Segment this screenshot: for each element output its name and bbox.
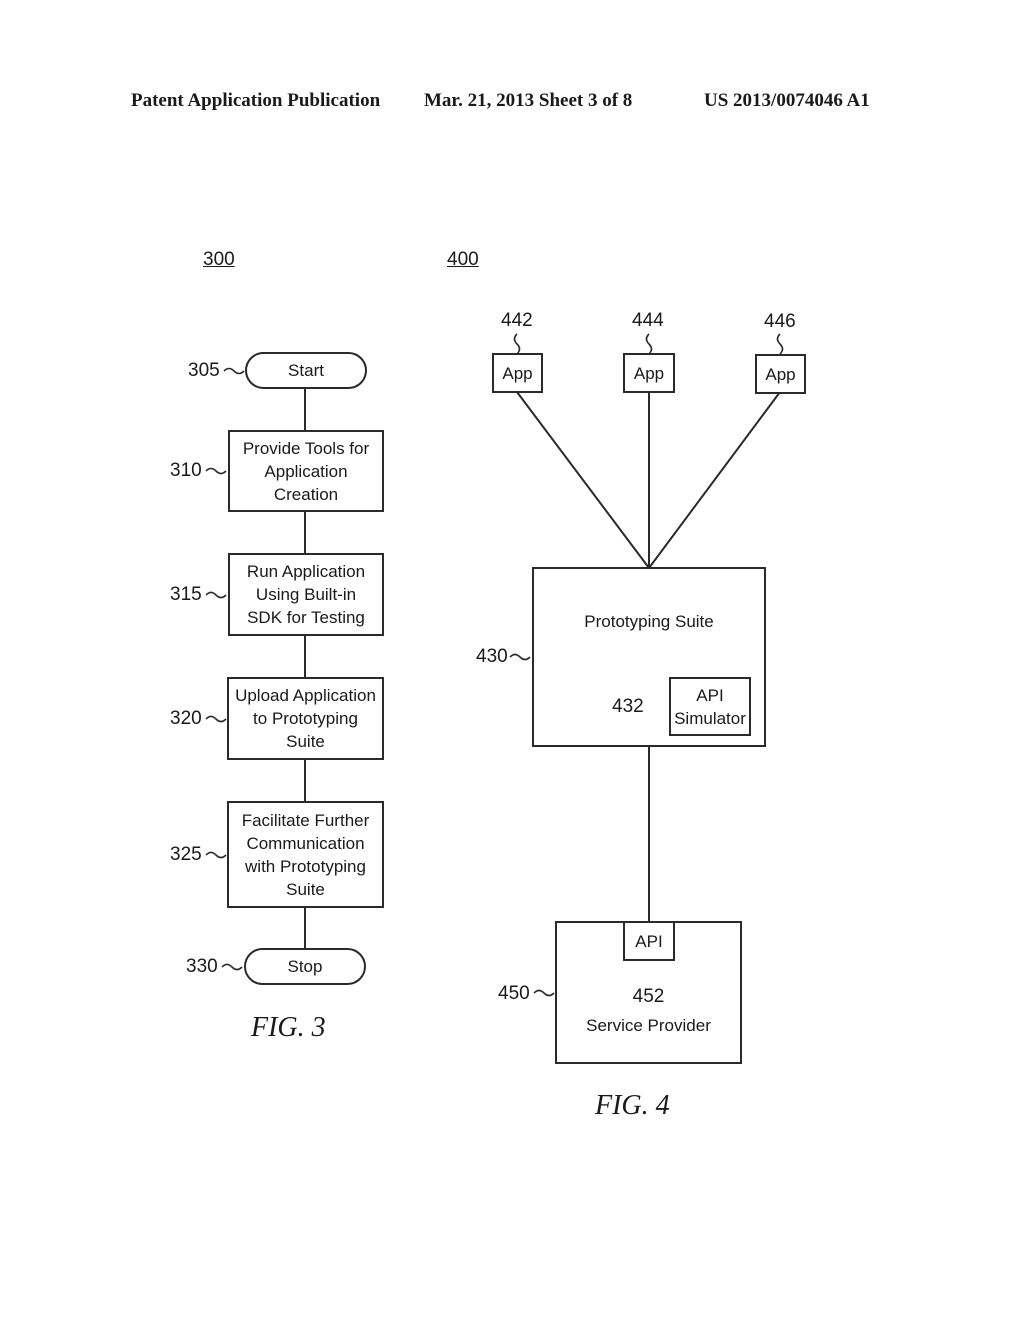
- app-box-444: App: [623, 353, 675, 393]
- provider-ref-450: 450: [498, 983, 530, 1004]
- connector-lines: [205, 333, 784, 997]
- api-label: API: [635, 931, 663, 951]
- step-label: Upload Application to Prototyping Suite: [235, 686, 376, 751]
- app-label: App: [502, 363, 533, 383]
- step-label: Run Application Using Built-in SDK for T…: [246, 562, 366, 627]
- figure-3-ref: 300: [203, 249, 235, 270]
- step-ref-305: 305: [188, 360, 220, 381]
- app-label: App: [765, 364, 796, 384]
- start-terminal: Start: [245, 352, 367, 389]
- step-ref-320: 320: [170, 708, 202, 729]
- start-label: Start: [288, 361, 324, 380]
- step-ref-325: 325: [170, 844, 202, 865]
- api-ref-452: 452: [632, 986, 665, 1007]
- step-facilitate-communication: Facilitate Further Communication with Pr…: [227, 801, 384, 908]
- step-provide-tools: Provide Tools for Application Creation: [228, 430, 384, 512]
- leader-430: [509, 653, 531, 661]
- step-label: Facilitate Further Communication with Pr…: [241, 810, 370, 899]
- api-simulator-label: API Simulator: [674, 685, 746, 728]
- service-provider-label: Service Provider: [586, 1016, 711, 1035]
- step-ref-330: 330: [186, 956, 218, 977]
- app-ref-442: 442: [501, 310, 533, 331]
- step-run-application: Run Application Using Built-in SDK for T…: [228, 553, 384, 636]
- leader-442: [513, 333, 521, 355]
- figure-4-caption: FIG. 4: [595, 1090, 670, 1121]
- step-ref-315: 315: [170, 584, 202, 605]
- leader-320: [205, 715, 227, 723]
- stop-terminal: Stop: [244, 948, 366, 985]
- leader-330: [221, 963, 243, 971]
- leader-450: [533, 989, 555, 997]
- suite-ref-430: 430: [476, 646, 508, 667]
- app-ref-446: 446: [764, 311, 796, 332]
- step-upload-application: Upload Application to Prototyping Suite: [227, 677, 384, 760]
- api-simulator-box: API Simulator: [669, 677, 751, 736]
- app-link-442: [516, 391, 650, 569]
- api-box: API: [623, 921, 675, 961]
- app-box-442: App: [492, 353, 543, 393]
- leader-305: [223, 367, 245, 375]
- simulator-ref-432: 432: [612, 696, 644, 717]
- step-ref-310: 310: [170, 460, 202, 481]
- app-link-446: [648, 391, 781, 569]
- leader-325: [205, 851, 227, 859]
- leader-446: [776, 333, 784, 355]
- leader-444: [645, 333, 653, 355]
- step-label: Provide Tools for Application Creation: [242, 438, 370, 504]
- prototyping-suite-label: Prototyping Suite: [584, 612, 714, 631]
- stop-label: Stop: [287, 957, 323, 976]
- leader-315: [205, 591, 227, 599]
- app-ref-444: 444: [632, 310, 664, 331]
- figure-3-caption: FIG. 3: [251, 1012, 326, 1043]
- figure-4-ref: 400: [447, 249, 479, 270]
- app-box-446: App: [755, 354, 806, 394]
- leader-310: [205, 467, 227, 475]
- app-label: App: [633, 363, 665, 383]
